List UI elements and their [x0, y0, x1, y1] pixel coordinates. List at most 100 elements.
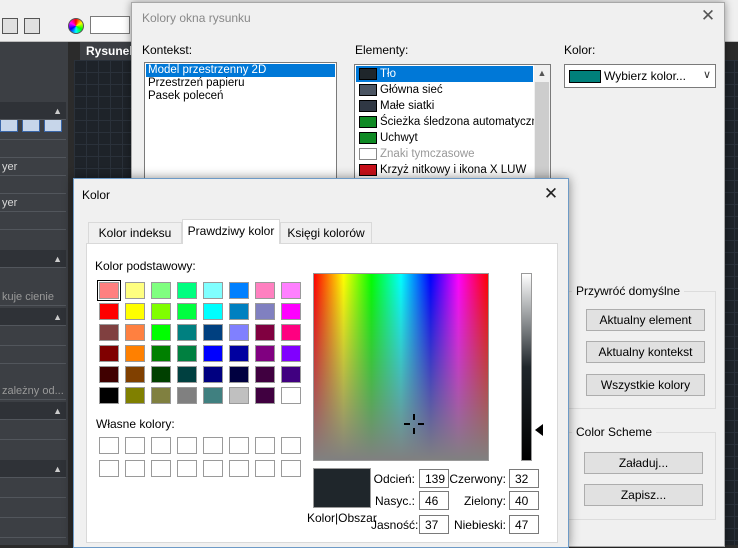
reset-all-colors-button[interactable]: Wszystkie kolory	[586, 374, 705, 396]
luminance-pointer-icon[interactable]	[535, 424, 543, 436]
reset-current-element-button[interactable]: Aktualny element	[586, 309, 705, 331]
tab-index-color[interactable]: Kolor indeksu	[88, 222, 182, 243]
basic-color-cell[interactable]	[229, 387, 249, 404]
element-item[interactable]: Małe siatki	[356, 98, 533, 114]
tab-true-color[interactable]: Prawdziwy kolor	[182, 219, 280, 244]
basic-color-cell[interactable]	[99, 366, 119, 383]
basic-color-cell[interactable]	[151, 303, 171, 320]
luminance-input[interactable]	[419, 515, 449, 534]
custom-color-cell[interactable]	[281, 460, 301, 477]
color-wheel-icon[interactable]	[68, 18, 84, 34]
custom-color-cell[interactable]	[125, 460, 145, 477]
basic-color-cell[interactable]	[99, 324, 119, 341]
basic-color-cell[interactable]	[125, 282, 145, 299]
close-icon[interactable]: ✕	[698, 6, 718, 26]
basic-color-cell[interactable]	[151, 324, 171, 341]
basic-color-cell[interactable]	[203, 387, 223, 404]
red-input[interactable]	[509, 469, 539, 488]
panel-section-header[interactable]: ▲	[0, 102, 66, 120]
custom-color-cell[interactable]	[151, 437, 171, 454]
element-item[interactable]: Ścieżka śledzona automatycznie	[356, 114, 547, 130]
load-scheme-button[interactable]: Załaduj...	[584, 452, 703, 474]
basic-color-cell[interactable]	[229, 366, 249, 383]
basic-color-cell[interactable]	[229, 303, 249, 320]
element-item[interactable]: Tło	[356, 66, 533, 82]
basic-color-cell[interactable]	[151, 282, 171, 299]
basic-color-cell[interactable]	[99, 345, 119, 362]
blue-input[interactable]	[509, 515, 539, 534]
context-item[interactable]: Model przestrzenny 2D	[146, 64, 335, 77]
custom-color-cell[interactable]	[99, 460, 119, 477]
basic-color-cell[interactable]	[281, 324, 301, 341]
basic-color-cell[interactable]	[255, 303, 275, 320]
scroll-up-icon[interactable]: ▲	[534, 65, 550, 81]
custom-color-cell[interactable]	[177, 460, 197, 477]
toolbar-color-field[interactable]	[90, 16, 130, 34]
custom-color-cell[interactable]	[151, 460, 171, 477]
basic-color-cell[interactable]	[99, 387, 119, 404]
custom-color-cell[interactable]	[229, 437, 249, 454]
context-item[interactable]: Przestrzeń papieru	[146, 77, 335, 90]
element-item[interactable]: Krzyż nitkowy i ikona X LUW	[356, 162, 533, 178]
color-spectrum[interactable]	[313, 273, 489, 461]
basic-color-cell[interactable]	[97, 280, 121, 301]
panel-section-header[interactable]: ▲	[0, 308, 66, 326]
basic-color-cell[interactable]	[125, 345, 145, 362]
custom-color-cell[interactable]	[255, 460, 275, 477]
basic-color-cell[interactable]	[151, 366, 171, 383]
custom-color-cell[interactable]	[125, 437, 145, 454]
panel-section-header[interactable]: ▲	[0, 250, 66, 268]
custom-color-cell[interactable]	[229, 460, 249, 477]
basic-color-cell[interactable]	[125, 324, 145, 341]
basic-color-cell[interactable]	[203, 282, 223, 299]
custom-color-cell[interactable]	[177, 437, 197, 454]
basic-color-cell[interactable]	[177, 345, 197, 362]
basic-color-cell[interactable]	[177, 324, 197, 341]
hue-input[interactable]	[419, 469, 449, 488]
element-item[interactable]: Uchwyt	[356, 130, 533, 146]
custom-color-cell[interactable]	[203, 460, 223, 477]
basic-color-cell[interactable]	[125, 303, 145, 320]
element-item[interactable]: Główna sieć	[356, 82, 533, 98]
context-item[interactable]: Pasek poleceń	[146, 90, 335, 103]
basic-color-cell[interactable]	[281, 303, 301, 320]
basic-color-cell[interactable]	[255, 345, 275, 362]
basic-color-cell[interactable]	[255, 282, 275, 299]
basic-color-cell[interactable]	[151, 387, 171, 404]
basic-color-cell[interactable]	[151, 345, 171, 362]
panel-section-header[interactable]: ▲	[0, 460, 66, 478]
basic-color-cell[interactable]	[125, 387, 145, 404]
basic-color-cell[interactable]	[281, 345, 301, 362]
basic-color-cell[interactable]	[203, 324, 223, 341]
element-item[interactable]: Znaki tymczasowe	[356, 146, 533, 162]
custom-color-cell[interactable]	[255, 437, 275, 454]
basic-color-cell[interactable]	[177, 387, 197, 404]
close-icon[interactable]: ✕	[540, 183, 562, 205]
basic-color-cell[interactable]	[255, 324, 275, 341]
basic-color-cell[interactable]	[281, 387, 301, 404]
basic-color-cell[interactable]	[177, 366, 197, 383]
save-scheme-button[interactable]: Zapisz...	[584, 484, 703, 506]
basic-color-cell[interactable]	[255, 366, 275, 383]
basic-color-cell[interactable]	[177, 282, 197, 299]
custom-color-cell[interactable]	[203, 437, 223, 454]
basic-color-cell[interactable]	[125, 366, 145, 383]
luminance-bar[interactable]	[521, 273, 532, 461]
basic-color-cell[interactable]	[99, 303, 119, 320]
basic-color-cell[interactable]	[203, 303, 223, 320]
panel-section-header[interactable]: ▲	[0, 402, 66, 420]
custom-color-cell[interactable]	[99, 437, 119, 454]
basic-color-cell[interactable]	[229, 282, 249, 299]
basic-color-cell[interactable]	[229, 324, 249, 341]
basic-color-cell[interactable]	[203, 345, 223, 362]
custom-color-cell[interactable]	[281, 437, 301, 454]
basic-color-cell[interactable]	[281, 282, 301, 299]
tab-color-books[interactable]: Księgi kolorów	[280, 222, 372, 243]
basic-color-cell[interactable]	[229, 345, 249, 362]
properties-icon[interactable]	[24, 18, 40, 34]
saturation-input[interactable]	[419, 491, 449, 510]
color-select[interactable]: Wybierz kolor... ∨	[564, 64, 716, 88]
basic-color-cell[interactable]	[255, 387, 275, 404]
drawing-tab[interactable]: Rysunek	[80, 42, 136, 60]
basic-color-cell[interactable]	[203, 366, 223, 383]
